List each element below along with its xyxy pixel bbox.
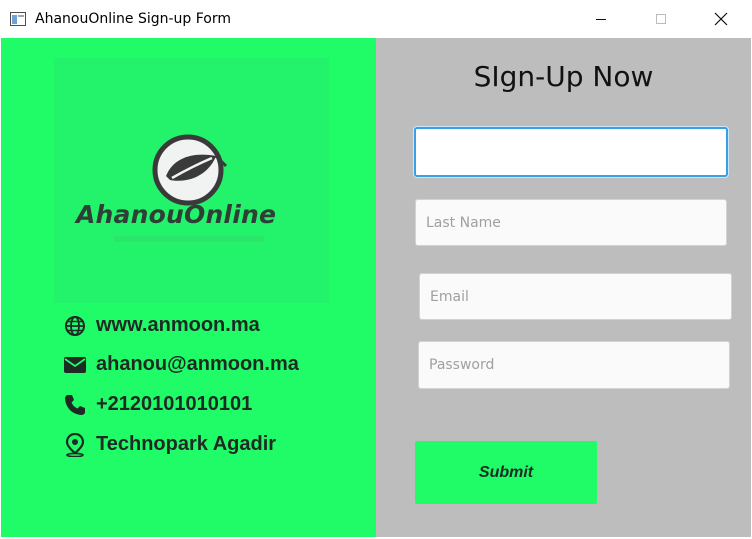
logo: AhanouOnline [54, 58, 329, 303]
globe-icon [64, 315, 86, 337]
logo-text: AhanouOnline [76, 200, 277, 229]
signup-form-panel: SIgn-Up Now Submit [376, 38, 751, 537]
phone-icon [64, 394, 86, 416]
contact-email: ahanou@anmoon.ma [64, 353, 299, 376]
phone-text: +2120101010101 [96, 393, 253, 415]
logo-underline [114, 236, 264, 242]
contact-phone: +2120101010101 [64, 393, 252, 416]
leaf-icon [152, 134, 228, 206]
first-name-input[interactable] [414, 127, 728, 177]
address-text: Technopark Agadir [96, 433, 277, 455]
maximize-icon [656, 14, 666, 24]
window-title: AhanouOnline Sign-up Form [35, 11, 232, 27]
password-input[interactable] [418, 341, 730, 389]
website-text: www.anmoon.ma [96, 314, 260, 336]
title-bar: AhanouOnline Sign-up Form [0, 0, 752, 38]
maximize-button[interactable] [638, 0, 684, 38]
close-icon [714, 12, 728, 26]
submit-button[interactable]: Submit [415, 441, 597, 504]
location-pin-icon [64, 432, 86, 457]
app-icon [10, 12, 26, 26]
contact-address: Technopark Agadir [64, 432, 277, 457]
minimize-button[interactable] [578, 0, 624, 38]
contact-website: www.anmoon.ma [64, 314, 260, 337]
form-heading: SIgn-Up Now [473, 60, 654, 93]
close-button[interactable] [698, 0, 744, 38]
email-text: ahanou@anmoon.ma [96, 353, 299, 375]
minimize-icon [596, 19, 606, 20]
last-name-input[interactable] [415, 199, 727, 246]
envelope-icon [64, 354, 86, 376]
email-input[interactable] [419, 273, 732, 320]
branding-panel: AhanouOnline www.anmoon.ma ahanou@anmoon… [1, 38, 376, 537]
